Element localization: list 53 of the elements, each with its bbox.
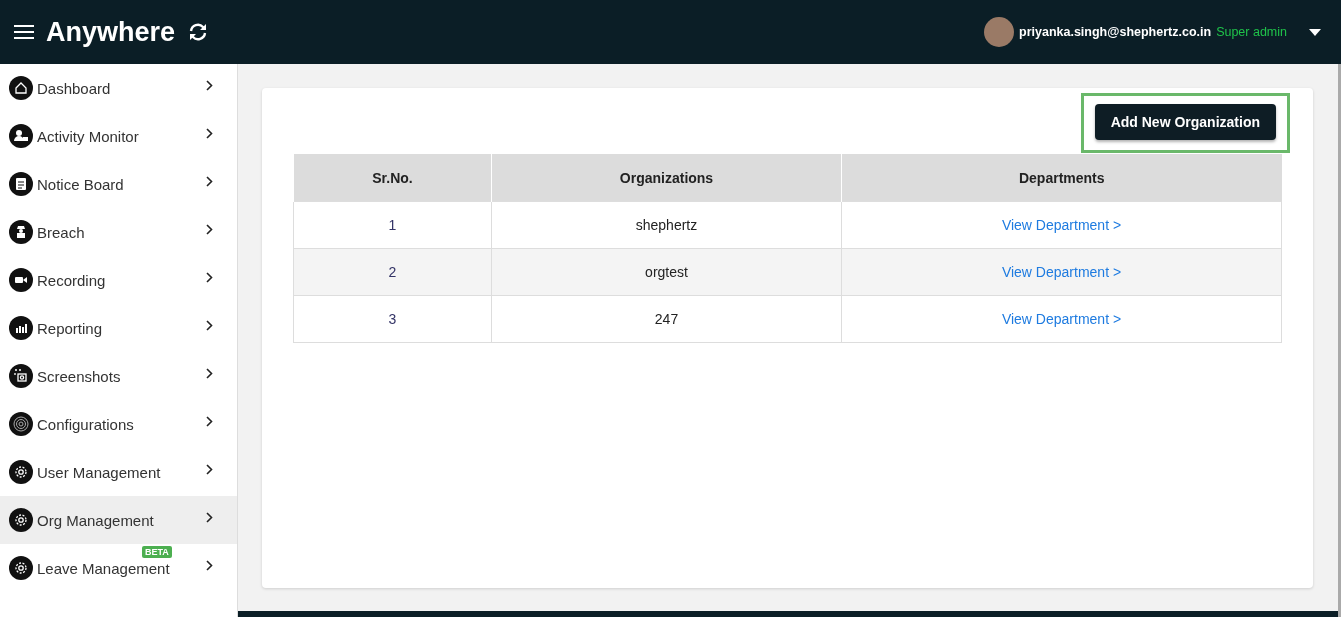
video-icon (9, 268, 33, 292)
home-icon (9, 76, 33, 100)
target-icon (9, 412, 33, 436)
chart-icon (9, 316, 33, 340)
row-number: 2 (388, 264, 397, 280)
sidebar-item[interactable]: Breach (0, 208, 237, 256)
organization-name: 247 (654, 311, 679, 327)
sidebar-item[interactable]: Reporting (0, 304, 237, 352)
column-header: Departments (841, 154, 1282, 202)
menu-icon[interactable] (14, 25, 34, 39)
camera-icon (9, 364, 33, 388)
chevron-right-icon (206, 367, 213, 379)
view-department-link[interactable]: View Department > (1001, 311, 1122, 327)
chevron-right-icon (206, 511, 213, 523)
row-number: 3 (388, 311, 397, 327)
column-header: Organizations (491, 154, 842, 202)
organization-name: orgtest (645, 264, 688, 280)
chevron-right-icon (206, 463, 213, 475)
gear-icon (9, 556, 33, 580)
user-icon (9, 124, 33, 148)
beta-badge: BETA (142, 546, 172, 558)
chevron-right-icon (206, 415, 213, 427)
row-number: 1 (388, 217, 397, 233)
sidebar-item[interactable]: Configurations (0, 400, 237, 448)
sidebar-item[interactable]: Activity Monitor (0, 112, 237, 160)
sidebar-item[interactable]: Notice Board (0, 160, 237, 208)
user-email: priyanka.singh@shephertz.co.in (1019, 25, 1212, 39)
sidebar-item[interactable]: Screenshots (0, 352, 237, 400)
sidebar-item[interactable]: Recording (0, 256, 237, 304)
app-logo: Anywhere (46, 16, 176, 48)
clipboard-icon (9, 172, 33, 196)
view-department-link[interactable]: View Department > (1001, 217, 1122, 233)
view-department-link[interactable]: View Department > (1001, 264, 1122, 280)
avatar[interactable] (984, 17, 1015, 47)
organization-name: shephertz (635, 217, 698, 233)
sidebar-item[interactable]: User Management (0, 448, 237, 496)
add-organization-button[interactable]: Add New Organization (1094, 104, 1276, 140)
gear-icon (9, 460, 33, 484)
chevron-right-icon (206, 271, 213, 283)
column-header: Sr.No. (293, 154, 492, 202)
sidebar-item[interactable]: Dashboard (0, 64, 237, 112)
caret-icon[interactable] (1309, 28, 1321, 36)
person-icon (9, 220, 33, 244)
chevron-right-icon (206, 79, 213, 91)
chevron-right-icon (206, 319, 213, 331)
sidebar-item[interactable]: Org Management (0, 496, 237, 544)
chevron-right-icon (206, 559, 213, 571)
gear-icon (9, 508, 33, 532)
chevron-right-icon (206, 175, 213, 187)
chevron-right-icon (206, 127, 213, 139)
chevron-right-icon (206, 223, 213, 235)
user-role: Super admin (1216, 25, 1287, 39)
sidebar-item[interactable]: BETA Leave Management (0, 544, 237, 592)
